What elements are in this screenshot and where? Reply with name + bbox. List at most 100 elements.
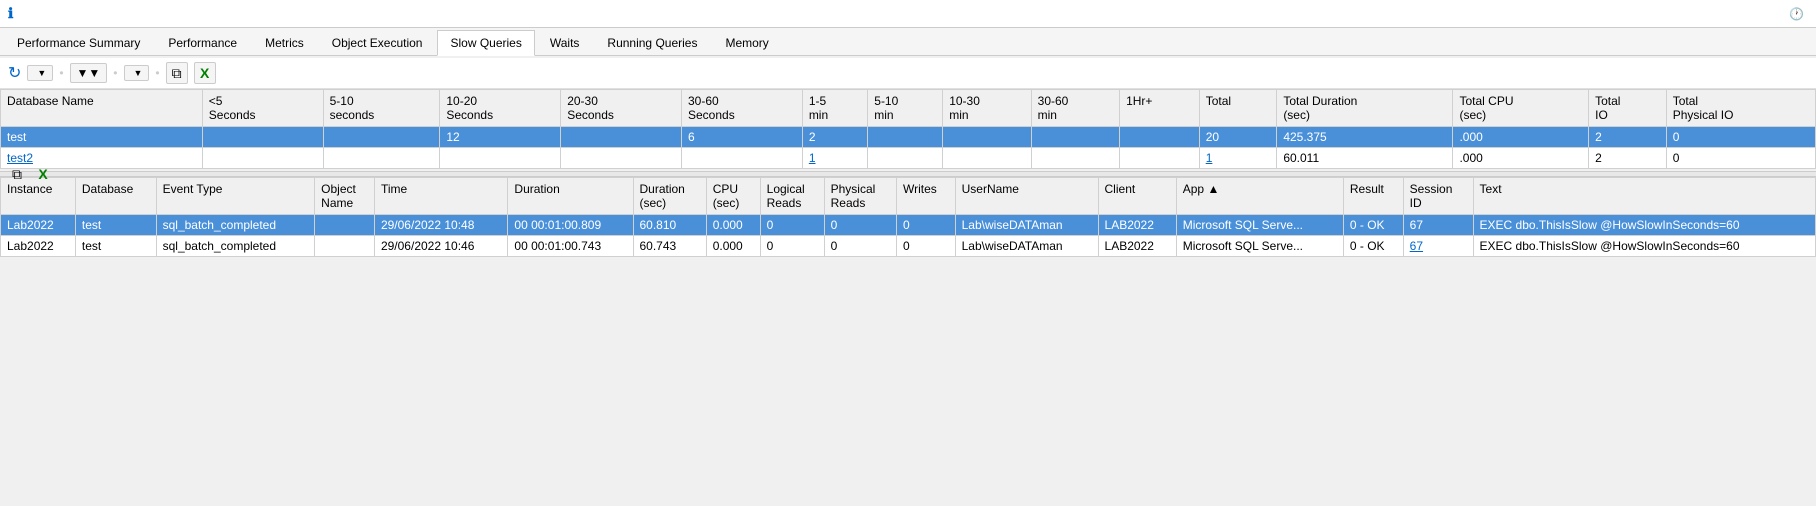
col-object-name: ObjectName [315,178,375,215]
col-30-60: 30-60Seconds [682,90,803,127]
total_cpu-cell: .000 [1453,148,1589,169]
cpu-sec-cell: 0.000 [706,215,760,236]
col-30-60min: 30-60min [1031,90,1119,127]
tab-metrics[interactable]: Metrics [252,30,317,55]
result-cell: 0 - OK [1343,236,1403,257]
db-name-cell: test [1,127,203,148]
col-total-io: TotalIO [1589,90,1667,127]
top-count-button[interactable]: ▼ [124,65,150,81]
tab-running-queries[interactable]: Running Queries [594,30,710,55]
app-cell: Microsoft SQL Serve... [1176,215,1343,236]
tab-slow-queries[interactable]: Slow Queries [437,30,534,56]
col-lt5: <5Seconds [202,90,323,127]
col-duration: Duration [508,178,633,215]
col-5-10: 5-10seconds [323,90,440,127]
col-total-pio: TotalPhysical IO [1666,90,1815,127]
bottom-copy-icon: ⧉ [12,166,22,183]
object-name-cell [315,215,375,236]
database-cell: test [75,215,156,236]
object-name-cell [315,236,375,257]
refresh-icon[interactable]: ↻ [8,63,21,83]
group-by-button[interactable]: ▼ [27,65,53,81]
logical-reads-cell: 0 [760,215,824,236]
bottom-table-row[interactable]: Lab2022testsql_batch_completed29/06/2022… [1,236,1816,257]
upper-table-row[interactable]: test21160.011.00020 [1,148,1816,169]
col-writes: Writes [896,178,955,215]
col-physical-reads: PhysicalReads [824,178,896,215]
col-cpu-sec: CPU(sec) [706,178,760,215]
tab-performance[interactable]: Performance [155,30,250,55]
tab-object-execution[interactable]: Object Execution [319,30,436,55]
data-cell [202,148,323,169]
top-count-dropdown-icon: ▼ [134,68,143,78]
col-10-30min: 10-30min [943,90,1031,127]
col-instance: Instance [1,178,76,215]
bottom-table: Instance Database Event Type ObjectName … [0,177,1816,257]
tab-waits[interactable]: Waits [537,30,593,55]
data-cell [561,148,682,169]
upper-section: ↻ ▼ • ▼▼ • ▼ • ⧉ X Database Name <5Secon… [0,58,1816,169]
data-cell: 2 [802,127,867,148]
duration-sec-cell: 60.743 [633,236,706,257]
session-id-cell: 67 [1403,215,1473,236]
separator3: • [155,66,159,80]
col-client: Client [1098,178,1176,215]
data-cell [1031,148,1119,169]
writes-cell: 0 [896,236,955,257]
data-cell: 1 [802,148,867,169]
data-cell [868,148,943,169]
col-event-type: Event Type [156,178,315,215]
col-username: UserName [955,178,1098,215]
cpu-sec-cell: 0.000 [706,236,760,257]
copy-button[interactable]: ⧉ [166,62,188,84]
physical-reads-cell: 0 [824,236,896,257]
data-cell [440,148,561,169]
tab-performance-summary[interactable]: Performance Summary [4,30,153,55]
data-cell [1120,127,1200,148]
duration-sec-cell: 60.810 [633,215,706,236]
total_duration-cell: 425.375 [1277,127,1453,148]
bottom-excel-icon: X [38,166,47,182]
app-sort-icon: ▲ [1207,182,1219,196]
total-link[interactable]: 20 [1206,130,1219,144]
excel-icon: X [200,65,209,81]
username-cell: Lab\wiseDATAman [955,215,1098,236]
physical-reads-cell: 0 [824,215,896,236]
col-10-20: 10-20Seconds [440,90,561,127]
event-type-cell: sql_batch_completed [156,236,315,257]
tab-memory[interactable]: Memory [712,30,781,55]
session-id-link[interactable]: 67 [1410,239,1423,253]
db-name-link[interactable]: test [7,130,26,144]
data-cell [682,148,803,169]
col-time: Time [374,178,507,215]
data-cell: 12 [440,127,561,148]
event-type-cell: sql_batch_completed [156,215,315,236]
bottom-table-row[interactable]: Lab2022testsql_batch_completed29/06/2022… [1,215,1816,236]
filter-button[interactable]: ▼▼ [70,63,108,83]
clock-icon: 🕐 [1789,7,1804,21]
username-cell: Lab\wiseDATAman [955,236,1098,257]
total_duration-cell: 60.011 [1277,148,1453,169]
bottom-section: Instance Database Event Type ObjectName … [0,177,1816,257]
upper-table-row[interactable]: test126220425.375.00020 [1,127,1816,148]
filter-icon: ▼▼ [77,66,101,80]
col-logical-reads: LogicalReads [760,178,824,215]
text-cell: EXEC dbo.ThisIsSlow @HowSlowInSeconds=60 [1473,236,1815,257]
instance-cell: Lab2022 [1,215,76,236]
client-cell: LAB2022 [1098,236,1176,257]
excel-export-button[interactable]: X [194,62,216,84]
upper-toolbar: ↻ ▼ • ▼▼ • ▼ • ⧉ X [0,58,1816,89]
bottom-table-container: Instance Database Event Type ObjectName … [0,177,1816,257]
col-session-id: SessionID [1403,178,1473,215]
title-bar-left: ℹ [8,5,19,22]
title-bar-right: 🕐 [1789,7,1808,21]
total-link[interactable]: 1 [1206,151,1213,165]
total_io-cell: 2 [1589,148,1667,169]
col-db-name: Database Name [1,90,203,127]
col-app[interactable]: App ▲ [1176,178,1343,215]
col-result: Result [1343,178,1403,215]
upper-table: Database Name <5Seconds 5-10seconds 10-2… [0,89,1816,169]
count-link[interactable]: 1 [809,151,816,165]
db-name-cell: test2 [1,148,203,169]
separator2: • [113,66,117,80]
